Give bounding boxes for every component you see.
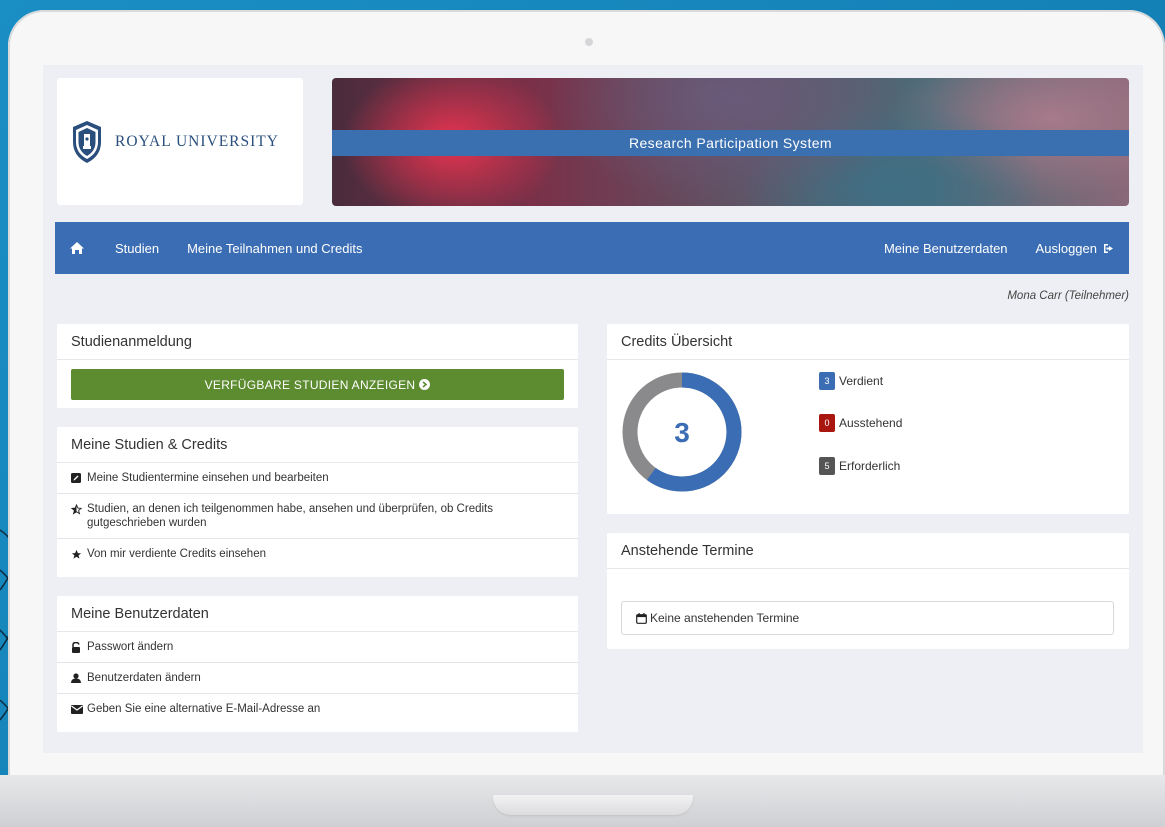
logo-text: ROYAL UNIVERSITY: [115, 132, 279, 150]
home-icon: [70, 242, 84, 254]
my-studies-panel: Meine Studien & Credits Meine Studienter…: [57, 427, 578, 577]
list-item-label: Meine Studientermine einsehen und bearbe…: [87, 472, 329, 484]
study-signup-title: Studienanmeldung: [57, 324, 578, 360]
required-label: Erforderlich: [839, 459, 901, 473]
sign-out-icon: [1104, 243, 1113, 253]
list-item-label: Von mir verdiente Credits einsehen: [87, 548, 266, 560]
nav-logout[interactable]: Ausloggen: [1022, 241, 1129, 256]
app-screen: ROYAL UNIVERSITY Research Participation …: [43, 65, 1143, 753]
list-item[interactable]: Benutzerdaten ändern: [57, 663, 578, 694]
legend-earned: 3 Verdient: [819, 372, 883, 390]
list-item[interactable]: Passwort ändern: [57, 632, 578, 663]
nav-participations[interactable]: Meine Teilnahmen und Credits: [173, 241, 376, 256]
list-item[interactable]: Meine Studientermine einsehen und bearbe…: [57, 463, 578, 494]
chevron-circle-right-icon: [419, 379, 431, 390]
camera-dot: [585, 38, 593, 46]
main-navbar: Studien Meine Teilnahmen und Credits Mei…: [55, 222, 1129, 274]
logo-card[interactable]: ROYAL UNIVERSITY: [57, 78, 303, 205]
edit-icon: [71, 471, 87, 485]
envelope-icon: [71, 702, 87, 716]
list-item-label: Benutzerdaten ändern: [87, 672, 201, 684]
banner-title: Research Participation System: [332, 130, 1129, 156]
show-studies-label: VERFÜGBARE STUDIEN ANZEIGEN: [204, 377, 416, 392]
earned-label: Verdient: [839, 374, 884, 388]
credits-donut-chart: 3: [622, 372, 742, 492]
list-item[interactable]: Von mir verdiente Credits einsehen: [57, 539, 578, 569]
legend-pending: 0 Ausstehend: [819, 414, 902, 432]
appointments-panel: Anstehende Termine Keine anstehenden Ter…: [607, 533, 1129, 649]
calendar-icon: [636, 612, 647, 624]
shield-logo-icon: [73, 120, 101, 163]
star-half-icon: [71, 502, 87, 516]
credits-panel: Credits Übersicht 3 3 Verdient 0 Aussteh…: [607, 324, 1129, 514]
nav-user-data[interactable]: Meine Benutzerdaten: [870, 241, 1022, 256]
no-appointments-box: Keine anstehenden Termine: [621, 601, 1114, 635]
show-studies-button[interactable]: VERFÜGBARE STUDIEN ANZEIGEN: [71, 369, 564, 400]
appointments-title: Anstehende Termine: [607, 533, 1129, 569]
my-user-data-panel: Meine Benutzerdaten Passwort ändern Benu…: [57, 596, 578, 732]
credits-center-value: 3: [674, 417, 690, 448]
required-badge: 5: [819, 457, 835, 475]
list-item[interactable]: Geben Sie eine alternative E-Mail-Adress…: [57, 694, 578, 724]
nav-logout-label: Ausloggen: [1035, 240, 1097, 256]
my-studies-title: Meine Studien & Credits: [57, 427, 578, 463]
my-user-data-title: Meine Benutzerdaten: [57, 596, 578, 632]
unlock-icon: [71, 640, 87, 654]
pending-badge: 0: [819, 414, 835, 432]
study-signup-panel: Studienanmeldung VERFÜGBARE STUDIEN ANZE…: [57, 324, 578, 408]
list-item-label: Geben Sie eine alternative E-Mail-Adress…: [87, 703, 321, 715]
list-item-label: Passwort ändern: [87, 641, 174, 653]
no-appointments-text: Keine anstehenden Termine: [650, 611, 800, 625]
nav-studies[interactable]: Studien: [101, 241, 173, 256]
pending-label: Ausstehend: [839, 416, 903, 430]
credits-title: Credits Übersicht: [607, 324, 1129, 360]
user-icon: [71, 671, 87, 685]
nav-home[interactable]: [55, 241, 101, 255]
laptop-notch: [493, 795, 693, 815]
list-item[interactable]: Studien, an denen ich teilgenommen habe,…: [57, 494, 578, 539]
header-banner: Research Participation System: [332, 78, 1129, 206]
current-user: Mona Carr (Teilnehmer): [1007, 290, 1129, 302]
earned-badge: 3: [819, 372, 835, 390]
legend-required: 5 Erforderlich: [819, 457, 900, 475]
list-item-label: Studien, an denen ich teilgenommen habe,…: [87, 503, 493, 529]
star-icon: [71, 547, 87, 561]
